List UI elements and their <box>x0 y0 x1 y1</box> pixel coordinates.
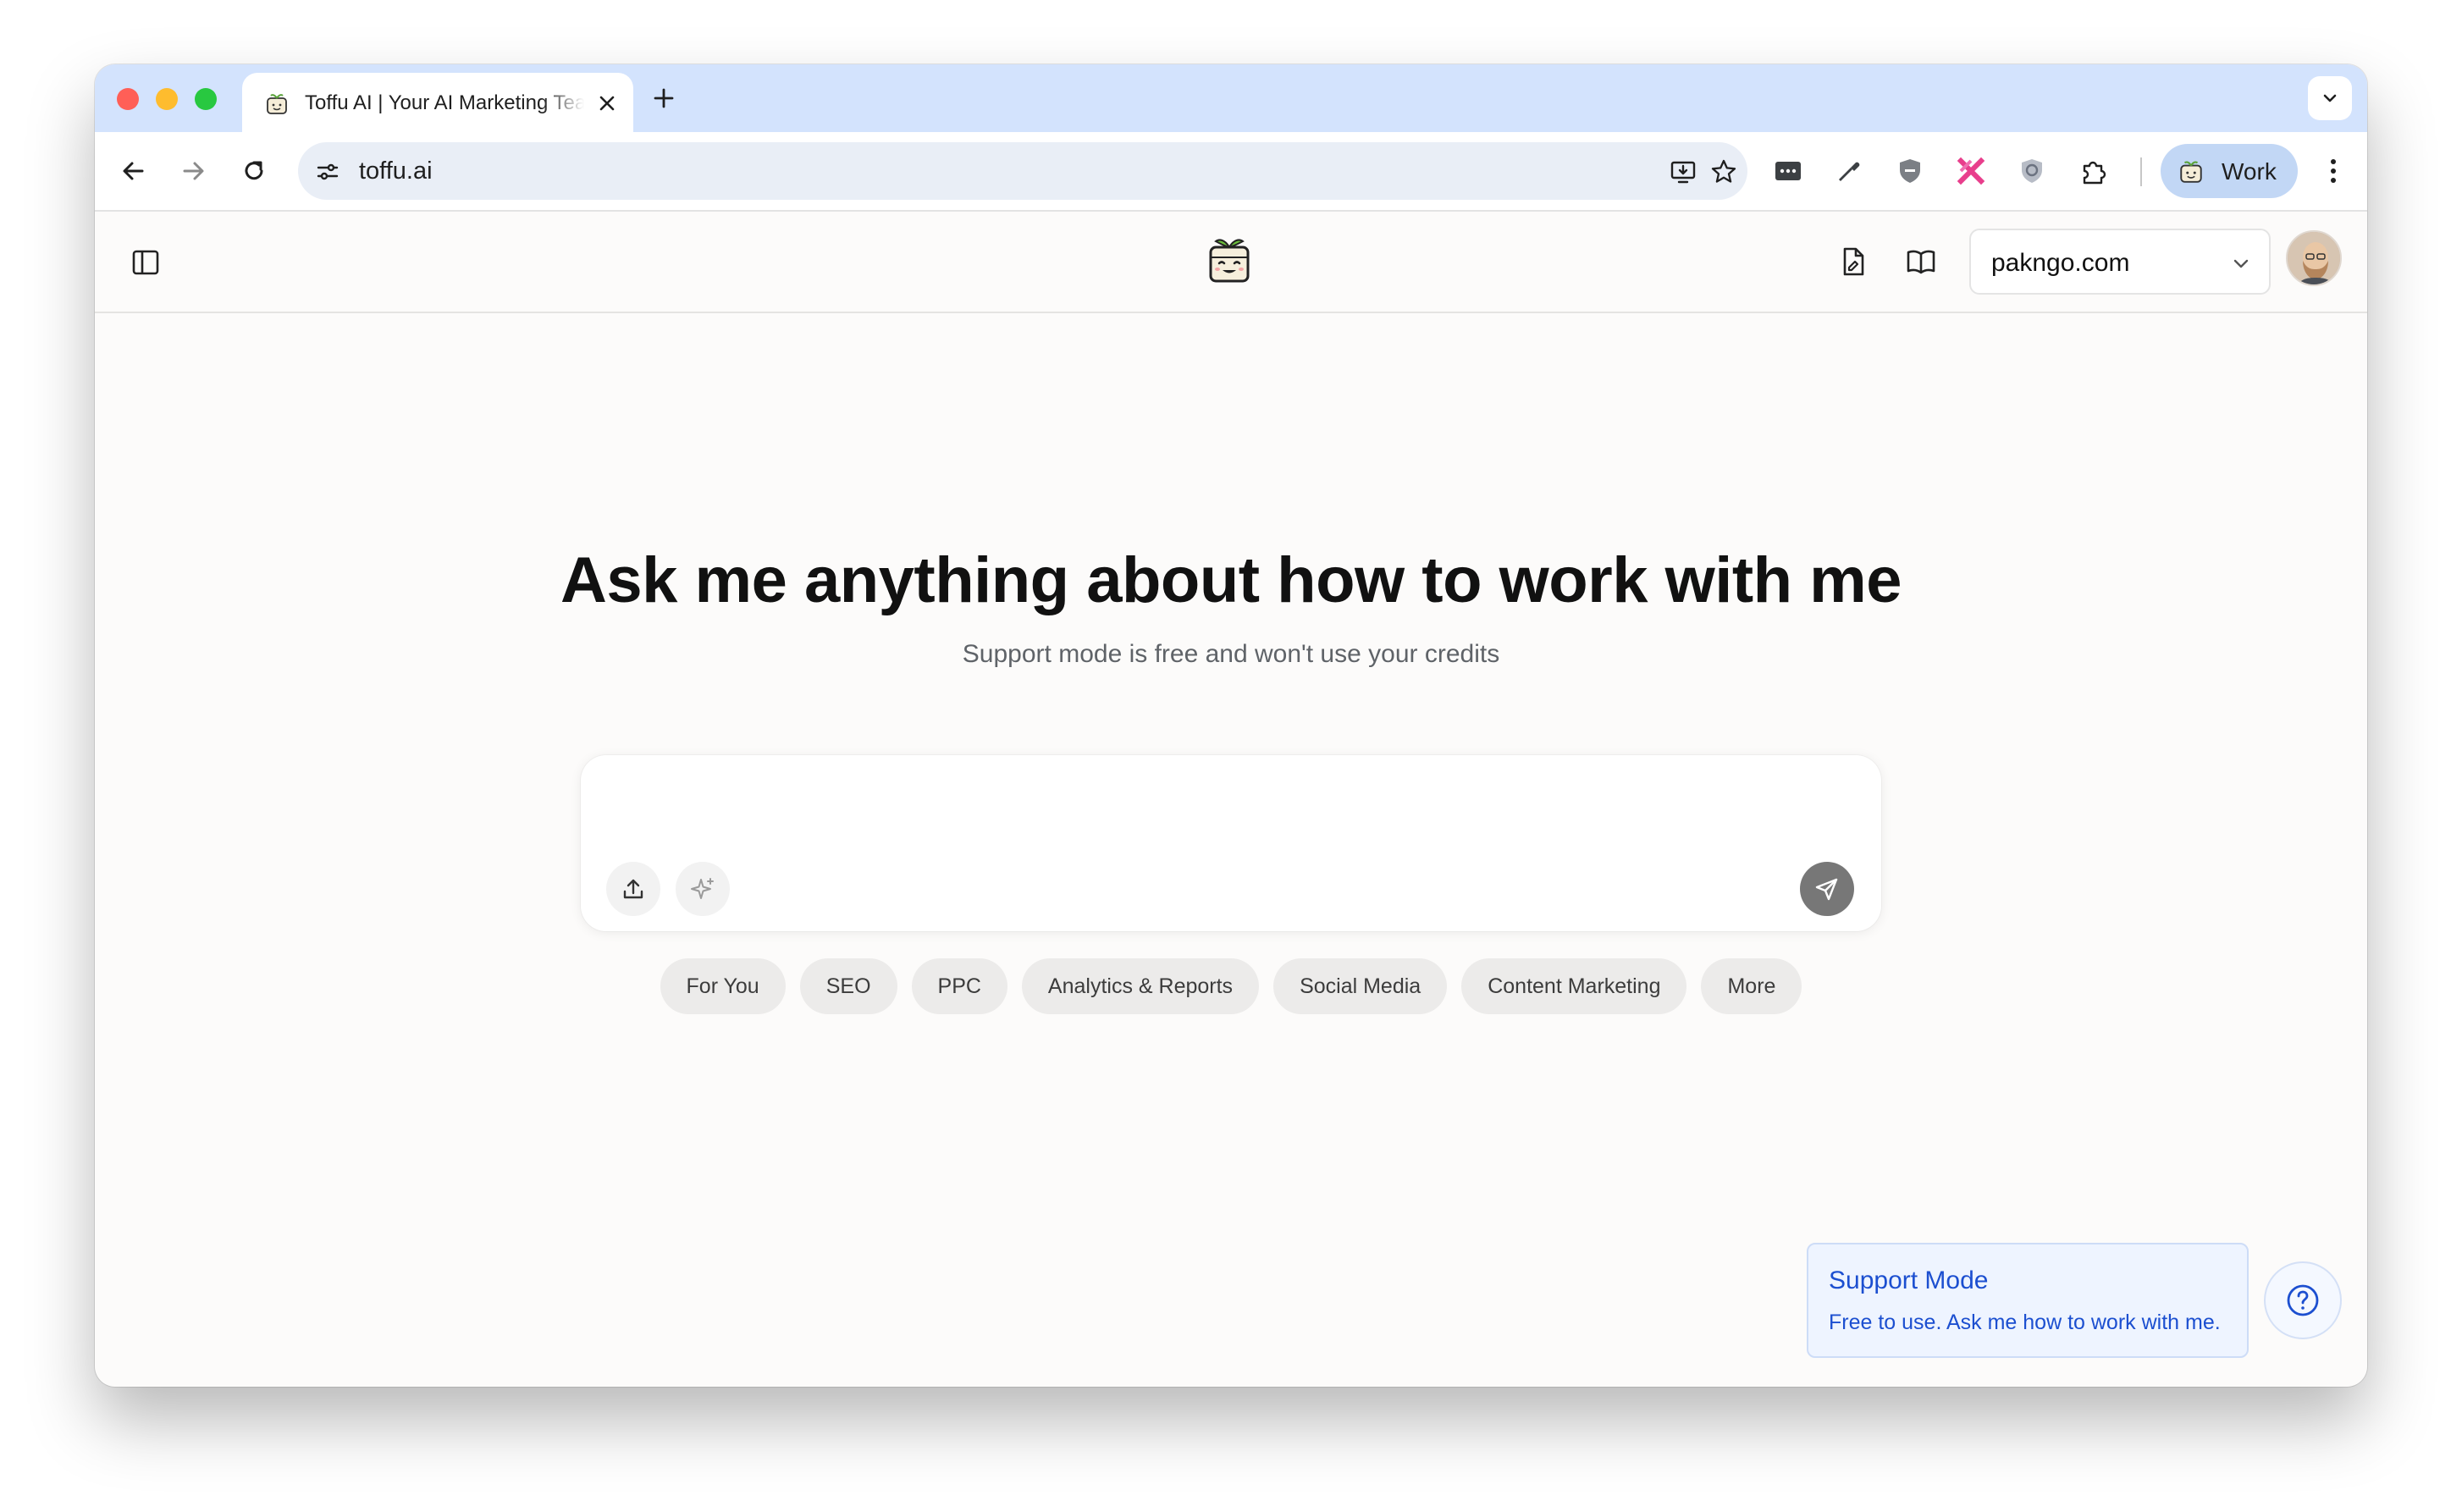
eyedropper-icon[interactable] <box>1834 156 1864 186</box>
tofu-logo-icon[interactable] <box>1202 232 1256 286</box>
document-icon[interactable] <box>1837 246 1869 278</box>
browser-toolbar: toffu.ai Work <box>95 132 2367 212</box>
chip-ppc[interactable]: PPC <box>911 958 1007 1014</box>
chip-social-media[interactable]: Social Media <box>1273 958 1448 1014</box>
privacy-shield-icon[interactable] <box>2017 156 2047 186</box>
site-settings-icon[interactable] <box>315 159 340 185</box>
prompt-input[interactable] <box>608 777 1847 830</box>
close-window-button[interactable] <box>117 88 139 110</box>
tofu-favicon-icon <box>267 94 287 114</box>
page-subtitle: Support mode is free and won't use your … <box>962 640 1500 668</box>
reload-icon[interactable] <box>235 152 273 190</box>
chip-analytics-reports[interactable]: Analytics & Reports <box>1021 958 1260 1014</box>
browser-window: Toffu AI | Your AI Marketing Team toffu.… <box>95 64 2367 1387</box>
profile-button[interactable]: Work <box>2161 144 2298 198</box>
tab-strip: Toffu AI | Your AI Marketing Team <box>95 64 2367 132</box>
chevron-down-icon <box>2323 94 2337 102</box>
more-vert-icon[interactable] <box>2316 154 2350 188</box>
page-title: Ask me anything about how to work with m… <box>560 544 1902 616</box>
sparkle-icon <box>691 878 714 899</box>
chip-more[interactable]: More <box>1701 958 1802 1014</box>
help-button[interactable] <box>2264 1261 2342 1339</box>
help-circle-icon <box>2287 1284 2319 1316</box>
support-title: Support Mode <box>1829 1266 1989 1294</box>
chip-for-you[interactable]: For You <box>660 958 786 1014</box>
tab-title: Toffu AI | Your AI Marketing Team <box>305 91 584 114</box>
enhance-prompt-button[interactable] <box>676 862 730 916</box>
profile-label: Work <box>2222 158 2277 185</box>
chevron-down-icon <box>2233 259 2249 268</box>
prompt-composer <box>581 755 1881 931</box>
upload-button[interactable] <box>606 862 660 916</box>
avatar[interactable] <box>2286 230 2342 286</box>
user-portrait-icon <box>2288 232 2340 284</box>
back-arrow-icon[interactable] <box>115 152 152 190</box>
puzzle-icon[interactable] <box>2078 156 2108 186</box>
support-mode-card[interactable]: Support Mode Free to use. Ask me how to … <box>1807 1243 2249 1358</box>
toolbar-separator <box>2140 157 2142 186</box>
url-text: toffu.ai <box>359 157 433 185</box>
support-text: Free to use. Ask me how to work with me. <box>1829 1311 2221 1334</box>
star-icon[interactable] <box>1710 158 1737 185</box>
chip-content-marketing[interactable]: Content Marketing <box>1461 958 1687 1014</box>
minimize-window-button[interactable] <box>156 88 178 110</box>
upload-icon <box>623 879 643 899</box>
install-app-icon[interactable] <box>1670 158 1697 185</box>
app-header: pakngo.com <box>95 212 2367 313</box>
sidebar-toggle-icon[interactable] <box>129 246 163 279</box>
maximize-window-button[interactable] <box>195 88 217 110</box>
domain-select[interactable]: pakngo.com <box>1969 229 2271 295</box>
shield-icon[interactable] <box>1895 156 1925 186</box>
forward-arrow-icon[interactable] <box>174 152 212 190</box>
domain-select-value: pakngo.com <box>1991 249 2130 277</box>
password-manager-icon[interactable] <box>1773 156 1803 186</box>
ext-cross-icon[interactable] <box>1956 156 1986 186</box>
topic-chips: For You SEO PPC Analytics & Reports Soci… <box>95 958 2367 1014</box>
plus-icon[interactable] <box>649 83 679 113</box>
close-icon[interactable] <box>596 92 618 114</box>
browser-tab-active[interactable]: Toffu AI | Your AI Marketing Team <box>242 73 633 132</box>
tofu-favicon-icon <box>2180 161 2202 183</box>
address-bar[interactable]: toffu.ai <box>298 142 1747 200</box>
book-open-icon[interactable] <box>1905 246 1937 278</box>
chip-seo[interactable]: SEO <box>799 958 897 1014</box>
tab-search-button[interactable] <box>2308 76 2352 120</box>
send-button[interactable] <box>1800 862 1854 916</box>
send-icon <box>1815 878 1838 901</box>
